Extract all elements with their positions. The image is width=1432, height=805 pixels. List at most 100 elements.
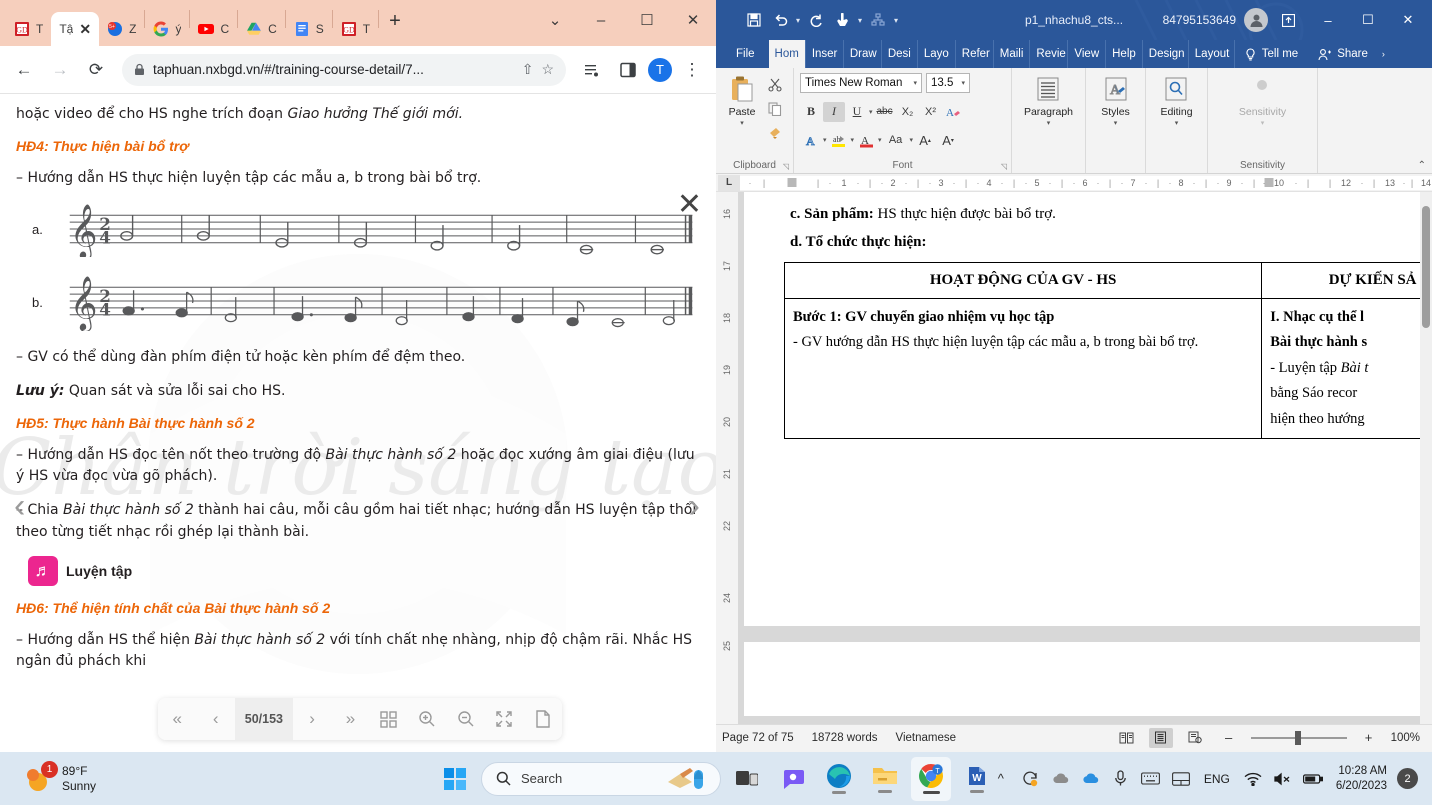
ribbon-tab-help[interactable]: Help [1106, 40, 1143, 68]
taskbar-chrome[interactable]: T [911, 756, 951, 801]
zoom-slider[interactable] [1250, 730, 1347, 745]
back-button[interactable]: ← [8, 54, 40, 86]
browser-tab-5[interactable]: C [190, 12, 237, 46]
first-page-button[interactable]: « [158, 698, 196, 740]
sensitivity-button[interactable]: Sensitivity ▾ [1235, 71, 1290, 129]
ribbon-tab-layout[interactable]: Layo [918, 40, 956, 68]
ribbon-tab-references[interactable]: Refer [956, 40, 994, 68]
editing-button[interactable]: Editing ▾ [1156, 71, 1196, 129]
star-icon[interactable]: ☆ [541, 61, 554, 78]
font-size-dropdown-icon[interactable]: ▾ [961, 79, 965, 87]
activity-table[interactable]: HOẠT ĐỘNG CỦA GV - HS DỰ KIẾN SẢ Bước 1:… [783, 262, 1432, 439]
highlight-dropdown-icon[interactable]: ▾ [851, 136, 855, 144]
taskbar-chat[interactable] [773, 757, 813, 801]
ribbon-tab-table-design[interactable]: Design [1143, 40, 1189, 68]
zoom-out-icon[interactable] [447, 698, 485, 740]
font-dialog-launcher[interactable]: ◹ [1001, 162, 1007, 171]
taskbar-file-explorer[interactable] [865, 757, 905, 801]
close-icon[interactable]: ✕ [677, 190, 702, 220]
browser-tab-6[interactable]: C [238, 12, 285, 46]
cut-icon[interactable] [764, 75, 786, 95]
expand-icon[interactable] [485, 698, 523, 740]
text-effects-icon[interactable]: A [800, 130, 822, 150]
ruler-track[interactable]: · | | · 1 · | · 2 · | · 3 · | · 4 · | · 5 · | · 6 ·… [740, 175, 1432, 190]
ribbon-overflow-icon[interactable]: › [1378, 40, 1389, 68]
new-tab-button[interactable]: + [379, 11, 411, 35]
reading-list-icon[interactable] [576, 54, 608, 86]
maximize-button[interactable]: ☐ [624, 0, 670, 40]
shrink-font-button[interactable]: A ▾ [937, 130, 959, 150]
grow-font-button[interactable]: A ▴ [914, 130, 936, 150]
touch-dropdown-icon[interactable]: ▾ [856, 16, 864, 25]
paste-button[interactable]: Paste ▾ [722, 71, 762, 143]
maximize-button[interactable]: ☐ [1348, 0, 1388, 40]
ribbon-tab-table-layout[interactable]: Layout [1189, 40, 1235, 68]
close-button[interactable]: ✕ [1388, 0, 1428, 40]
weather-widget[interactable]: 1 89°F Sunny [8, 760, 96, 794]
styles-button[interactable]: A Styles ▾ [1096, 71, 1136, 129]
browser-tab-3[interactable]: 5+ Z [99, 12, 144, 46]
start-icon[interactable] [435, 759, 475, 799]
zoom-in-button[interactable]: + [1357, 728, 1381, 748]
person-icon[interactable] [1244, 8, 1268, 32]
read-mode-icon[interactable] [1115, 728, 1139, 748]
table-cell-left[interactable]: Bước 1: GV chuyển giao nhiệm vụ học tập … [783, 298, 1263, 439]
paragraph-button[interactable]: Paragraph ▾ [1020, 71, 1077, 129]
copy-icon[interactable] [764, 99, 786, 119]
next-page-button[interactable]: › [293, 698, 331, 740]
clear-formatting-icon[interactable]: A [943, 102, 965, 122]
minimize-button[interactable]: – [578, 0, 624, 40]
underline-dropdown-icon[interactable]: ▾ [869, 108, 873, 116]
undo-dropdown-icon[interactable]: ▾ [794, 16, 802, 25]
editing-dropdown-icon[interactable]: ▾ [1175, 119, 1179, 127]
ribbon-tab-view[interactable]: View [1068, 40, 1107, 68]
ribbon-collapse-icon[interactable]: ⌃ [1418, 160, 1426, 171]
font-size-input[interactable]: 13.5 ▾ [926, 73, 970, 93]
page-icon[interactable] [524, 698, 562, 740]
tab-search-icon[interactable]: ⌄ [532, 0, 578, 40]
battery-icon[interactable] [1300, 764, 1326, 794]
grid-icon[interactable] [370, 698, 408, 740]
horizontal-ruler[interactable]: L · | | · 1 · | · 2 · | · 3 · | · 4 · | · 5 · | · 6… [716, 174, 1432, 192]
onedrive-gray-icon[interactable] [1048, 764, 1074, 794]
styles-dropdown-icon[interactable]: ▾ [1114, 119, 1118, 127]
ribbon-tab-mailings[interactable]: Maili [994, 40, 1031, 68]
paste-dropdown-icon[interactable]: ▾ [740, 119, 744, 127]
word-page-2[interactable] [744, 642, 1426, 716]
reload-button[interactable]: ⟳ [80, 54, 112, 86]
browser-menu-button[interactable]: ⋮ [676, 54, 708, 86]
minimize-button[interactable]: – [1308, 0, 1348, 40]
change-case-dropdown-icon[interactable]: ▾ [910, 136, 914, 144]
prev-page-arrow[interactable]: ‹ [14, 489, 25, 523]
word-page-1[interactable]: c. Sản phẩm: HS thực hiện được bài bổ tr… [744, 192, 1432, 626]
browser-tab-4[interactable]: ý [145, 12, 189, 46]
ribbon-tab-home[interactable]: Hom [768, 40, 806, 68]
taskbar-word[interactable]: W [957, 757, 997, 801]
onedrive-blue-icon[interactable] [1078, 764, 1104, 794]
paragraph-dropdown-icon[interactable]: ▾ [1047, 119, 1051, 127]
browser-tab-2-active[interactable]: Tậ ✕ [51, 12, 100, 46]
browser-tab-7[interactable]: S [286, 12, 332, 46]
font-color-dropdown-icon[interactable]: ▾ [878, 136, 882, 144]
zoom-in-icon[interactable] [408, 698, 446, 740]
superscript-button[interactable]: X² [920, 102, 942, 122]
ribbon-tab-file[interactable]: File [722, 40, 769, 68]
taskbar-edge[interactable] [819, 757, 859, 801]
change-case-button[interactable]: Aa [883, 130, 909, 150]
font-name-dropdown-icon[interactable]: ▾ [913, 79, 917, 87]
vertical-ruler[interactable]: 16 17 18 19 20 21 22 24 25 [716, 192, 738, 724]
notification-badge[interactable]: 2 [1397, 768, 1418, 789]
language-indicator[interactable]: ENG [1198, 772, 1236, 786]
table-cell-right[interactable]: I. Nhạc cụ thể l Bài thực hành s - Luyện… [1261, 298, 1432, 439]
browser-tab-1[interactable]: GD T [6, 12, 51, 46]
web-layout-icon[interactable] [1183, 728, 1207, 748]
right-indent-marker[interactable] [1264, 177, 1274, 187]
wifi-icon[interactable] [1240, 764, 1266, 794]
page-indicator[interactable]: 50/153 [234, 698, 293, 740]
last-page-button[interactable]: » [331, 698, 369, 740]
share-icon[interactable]: ⇧ [522, 61, 534, 78]
touchpad-icon[interactable] [1168, 764, 1194, 794]
ribbon-tab-draw[interactable]: Draw [844, 40, 882, 68]
side-panel-icon[interactable] [612, 54, 644, 86]
close-button[interactable]: ✕ [670, 0, 716, 40]
